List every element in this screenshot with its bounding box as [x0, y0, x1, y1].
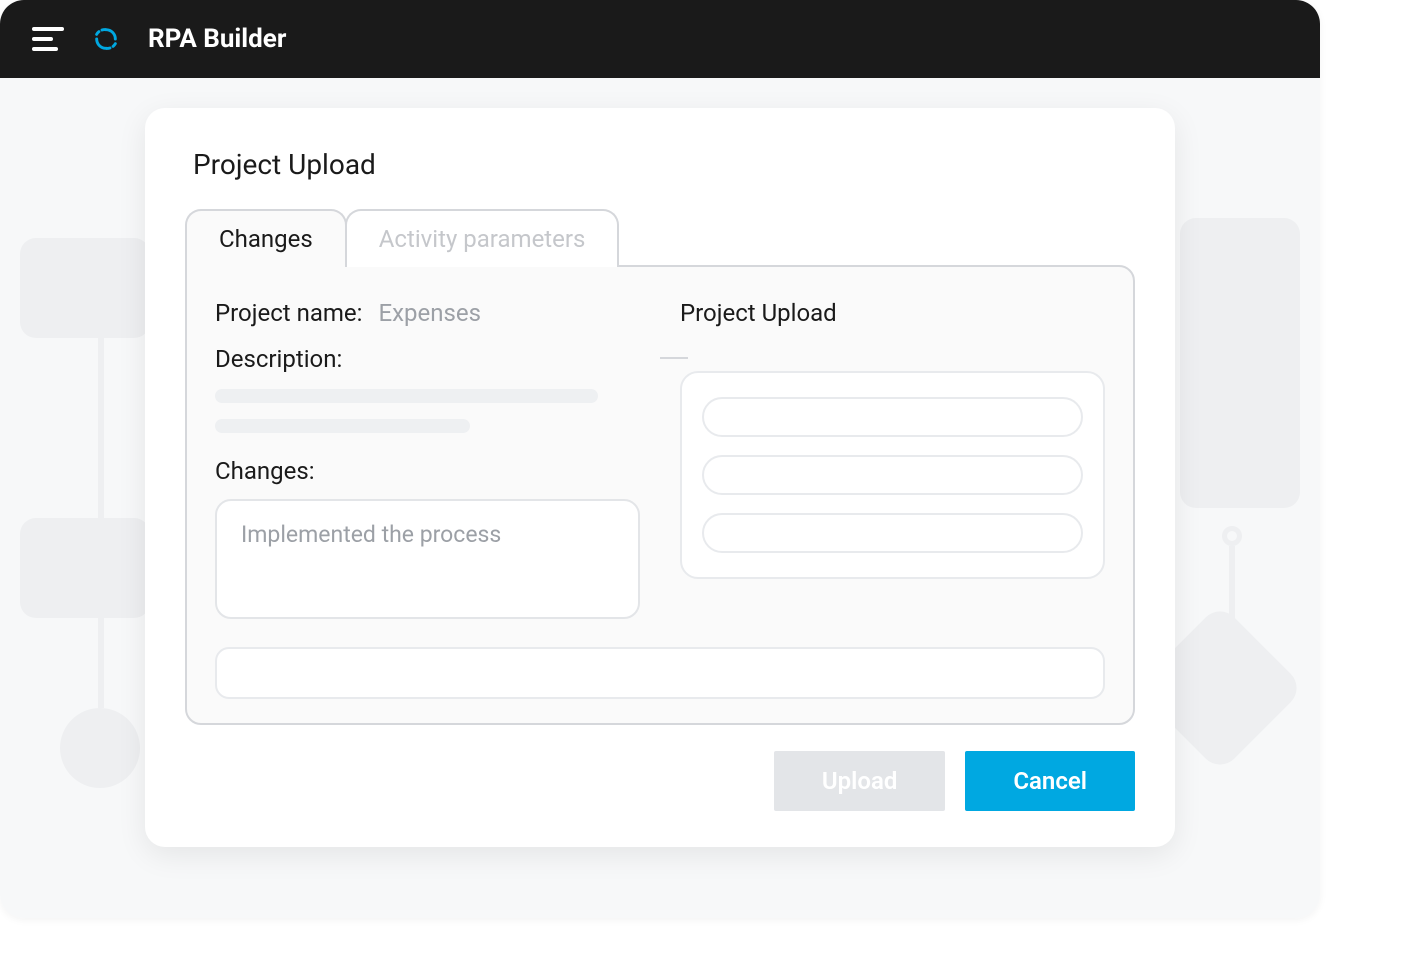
tab-activity-parameters[interactable]: Activity parameters — [345, 209, 620, 267]
upload-slot[interactable] — [702, 455, 1083, 495]
app-frame: RPA Builder Project Upload Changes Activ… — [0, 0, 1320, 918]
changes-label: Changes: — [215, 457, 640, 485]
content-area: Project Upload Changes Activity paramete… — [0, 78, 1320, 918]
dialog-actions: Upload Cancel — [185, 751, 1135, 811]
app-title: RPA Builder — [148, 24, 286, 54]
project-upload-dialog: Project Upload Changes Activity paramete… — [145, 108, 1175, 847]
changes-textarea[interactable] — [215, 499, 640, 619]
logo-icon — [92, 25, 120, 53]
bottom-bar-field[interactable] — [215, 647, 1105, 699]
cancel-button[interactable]: Cancel — [965, 751, 1135, 811]
tab-changes[interactable]: Changes — [185, 209, 347, 267]
upload-button[interactable]: Upload — [774, 751, 945, 811]
upload-slot[interactable] — [702, 513, 1083, 553]
description-label: Description: — [215, 345, 640, 373]
app-header: RPA Builder — [0, 0, 1320, 78]
project-name-value: Expenses — [378, 299, 481, 327]
dialog-tabs: Changes Activity parameters — [185, 209, 1135, 267]
description-placeholder-line — [215, 389, 598, 403]
upload-slot[interactable] — [702, 397, 1083, 437]
tab-panel-changes: Project name: Expenses Description: Chan… — [185, 265, 1135, 725]
menu-icon[interactable] — [32, 27, 64, 51]
dialog-title: Project Upload — [185, 148, 1135, 181]
project-name-label: Project name: — [215, 299, 362, 327]
upload-items-panel — [680, 371, 1105, 579]
description-placeholder-line — [215, 419, 470, 433]
right-panel-title: Project Upload — [680, 299, 1105, 327]
